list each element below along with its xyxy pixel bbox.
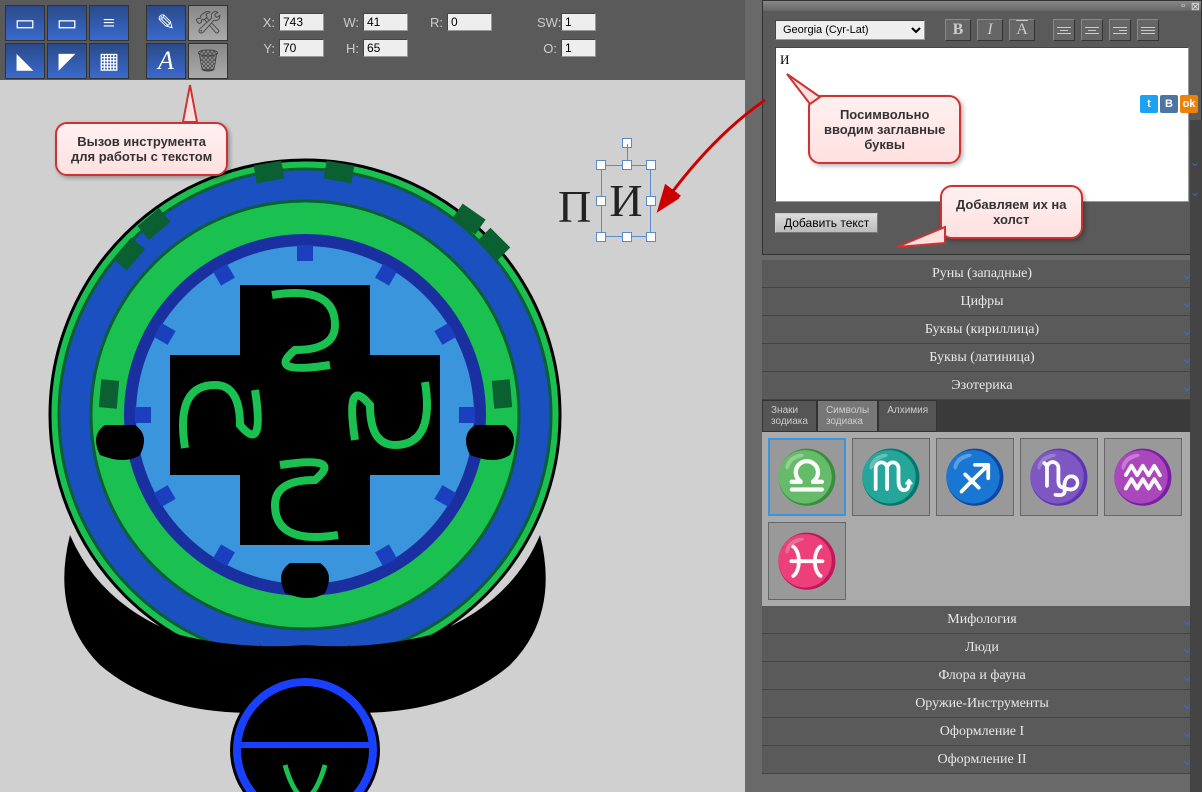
flipv-icon: ◤ [59, 48, 76, 74]
tool-align-2[interactable]: ▭ [47, 5, 87, 41]
vk-icon[interactable]: B [1160, 95, 1178, 113]
cat-decor2[interactable]: Оформление II⌄ [762, 746, 1202, 774]
canvas-text-p[interactable]: П [558, 180, 591, 233]
italic-button[interactable]: I [977, 19, 1003, 41]
y-input[interactable] [279, 39, 324, 57]
symbol-scorpio[interactable]: ♏ [852, 438, 930, 516]
add-text-button[interactable]: Добавить текст [775, 213, 878, 233]
panel-close-icon[interactable]: ⊠ [1191, 0, 1200, 13]
cat-latin[interactable]: Буквы (латиница)⌄ [762, 344, 1202, 372]
symbol-aquarius[interactable]: ♒ [1104, 438, 1182, 516]
o-label: O: [537, 41, 557, 56]
bold-button[interactable]: B [945, 19, 971, 41]
symbol-sagittarius[interactable]: ♐ [936, 438, 1014, 516]
align-justify-button[interactable] [1137, 19, 1159, 41]
callout-add-pointer [895, 225, 950, 255]
x-input[interactable] [279, 13, 324, 31]
allcaps-button[interactable]: A [1009, 19, 1035, 41]
palette-icon: ▦ [99, 48, 120, 74]
cat-mythology[interactable]: Мифология⌄ [762, 606, 1202, 634]
tool-text[interactable]: A [146, 43, 186, 79]
sw-label: SW: [537, 15, 557, 30]
tool-trash[interactable]: 🗑 [188, 43, 228, 79]
y-label: Y: [255, 41, 275, 56]
twitter-icon[interactable]: t [1140, 95, 1158, 113]
ok-icon[interactable]: ok [1180, 95, 1198, 113]
symbol-pisces[interactable]: ♓ [768, 522, 846, 600]
cat-runes[interactable]: Руны (западные)⌄ [762, 260, 1202, 288]
callout-add: Добавляем их на холст [940, 185, 1083, 239]
tool-align-3[interactable]: ≡ [89, 5, 129, 41]
symbol-libra[interactable]: ♎ [768, 438, 846, 516]
cat-cyrillic[interactable]: Буквы (кириллица)⌄ [762, 316, 1202, 344]
tool-and[interactable]: ✎ [146, 5, 186, 41]
tool-flip-h[interactable]: ◣ [5, 43, 45, 79]
canvas[interactable]: П И [0, 80, 745, 792]
tool-settings[interactable]: 🛠 [188, 5, 228, 41]
text-icon: A [158, 46, 174, 76]
red-arrow [655, 95, 775, 215]
cat-decor1[interactable]: Оформление I⌄ [762, 718, 1202, 746]
alignv-icon: ≡ [103, 10, 115, 36]
esoteric-subtabs: Знаки зодиака Символы зодиака Алхимия [762, 400, 1202, 432]
h-label: H: [339, 41, 359, 56]
category-panel: Руны (западные)⌄ Цифры⌄ Буквы (кириллица… [762, 260, 1202, 774]
tool-group-2: ✎ 🛠 A 🗑 [146, 5, 228, 79]
wrench-icon: 🛠 [194, 10, 222, 36]
right-scrollbar[interactable]: ⌄ ⌄ [1190, 120, 1202, 792]
cat-flora[interactable]: Флора и фауна⌄ [762, 662, 1202, 690]
subtab-alchemy[interactable]: Алхимия [878, 400, 937, 432]
symbol-capricorn[interactable]: ♑ [1020, 438, 1098, 516]
cat-weapons[interactable]: Оружие-Инструменты⌄ [762, 690, 1202, 718]
w-label: W: [339, 15, 359, 30]
callout-input: Посимвольно вводим заглавные буквы [808, 95, 961, 164]
emblem-artwork [40, 105, 600, 792]
x-label: X: [255, 15, 275, 30]
r-label: R: [423, 15, 443, 30]
cat-digits[interactable]: Цифры⌄ [762, 288, 1202, 316]
trash-icon: 🗑 [194, 48, 222, 74]
cat-people[interactable]: Люди⌄ [762, 634, 1202, 662]
callout-input-pointer [785, 72, 825, 107]
subtab-zodiac-symbols[interactable]: Символы зодиака [817, 400, 878, 432]
align-right-button[interactable] [1109, 19, 1131, 41]
canvas-text-selection[interactable]: И [601, 165, 651, 237]
panel-min-icon[interactable]: ▫ [1181, 0, 1185, 12]
tool-colors[interactable]: ▦ [89, 43, 129, 79]
symbol-grid: ♎ ♏ ♐ ♑ ♒ ♓ [762, 432, 1202, 606]
social-bar: t B ok [1140, 95, 1198, 113]
tool-flip-v[interactable]: ◤ [47, 43, 87, 79]
panel-titlebar[interactable]: ▫ ⊠ [763, 1, 1201, 11]
fliph-icon: ◣ [17, 48, 34, 74]
sw-input[interactable] [561, 13, 596, 31]
tool-align-1[interactable]: ▭ [5, 5, 45, 41]
w-input[interactable] [363, 13, 408, 31]
callout-tool-pointer [178, 80, 208, 125]
subtab-zodiac-signs[interactable]: Знаки зодиака [762, 400, 817, 432]
cat-esoteric[interactable]: Эзотерика⌄ [762, 372, 1202, 400]
r-input[interactable] [447, 13, 492, 31]
font-select[interactable]: Georgia (Cyr-Lat) [775, 20, 925, 40]
h-input[interactable] [363, 39, 408, 57]
callout-tool: Вызов инструмента для работы с текстом [55, 122, 228, 176]
o-input[interactable] [561, 39, 596, 57]
coord-panel: X: W: R: SW: Y: H: R: O: [255, 5, 596, 57]
align-left-button[interactable] [1053, 19, 1075, 41]
canvas-text-i[interactable]: И [602, 166, 650, 236]
tool-group-1: ▭ ▭ ≡ ◣ ◤ ▦ [5, 5, 129, 79]
rect-icon: ▭ [57, 10, 78, 36]
rect-icon: ▭ [15, 10, 36, 36]
align-center-button[interactable] [1081, 19, 1103, 41]
top-toolbar: ▭ ▭ ≡ ◣ ◤ ▦ ✎ 🛠 A 🗑 X: W: R: SW: Y: H: R… [0, 0, 745, 80]
wand-icon: ✎ [157, 10, 175, 36]
